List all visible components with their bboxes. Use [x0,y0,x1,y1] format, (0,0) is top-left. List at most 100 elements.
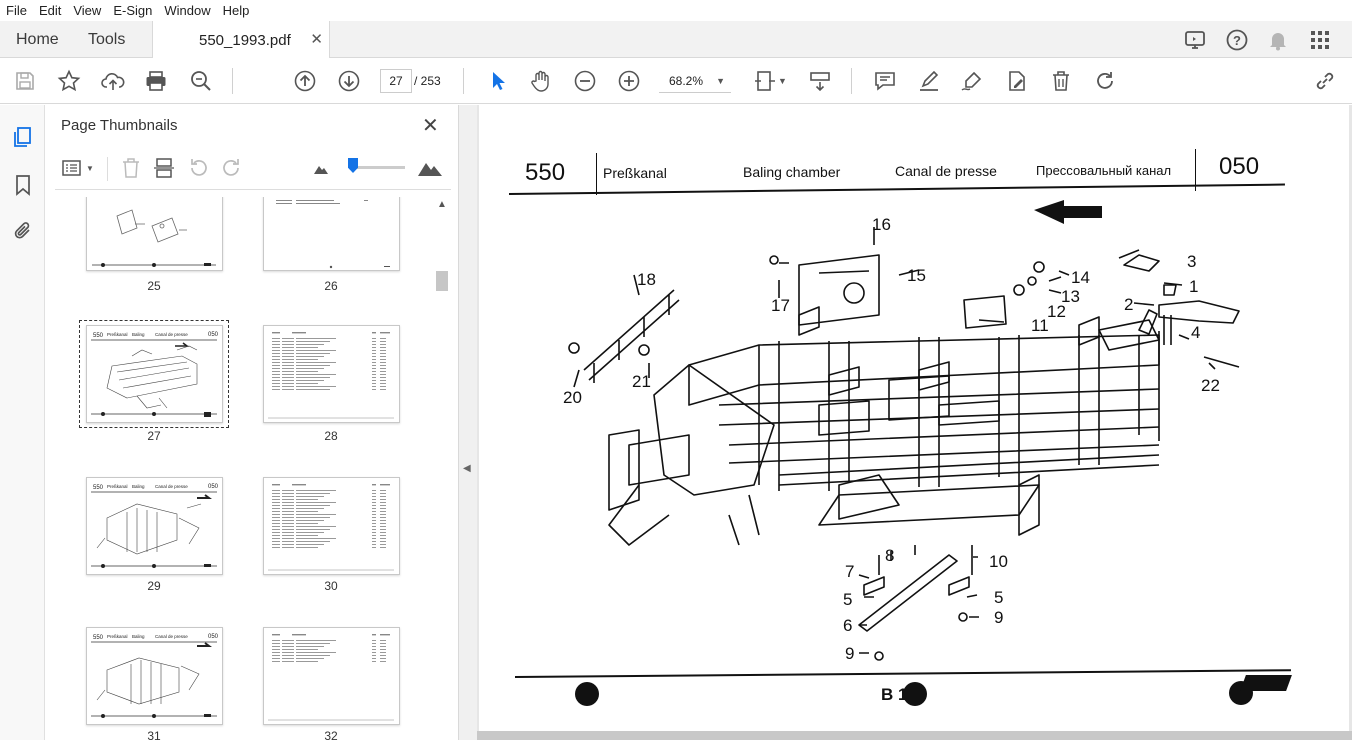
rotate-right-icon[interactable] [221,157,243,179]
thumbnail-text-line [272,502,280,503]
thumbnail-page-31[interactable]: 550 Preßkanal Baling Canal de presse 050 [86,627,223,725]
help-icon[interactable]: ? [1225,28,1249,52]
sign-icon[interactable] [959,68,985,94]
apps-grid-icon[interactable] [1308,28,1332,52]
small-mountain-icon[interactable] [313,161,329,175]
page-thumbnails-icon[interactable] [11,125,35,149]
thumbnail-page-30[interactable] [263,477,400,575]
scrollbar-thumb[interactable] [436,271,448,291]
bell-icon[interactable] [1266,28,1290,52]
thumbnail-text-line [372,529,376,530]
zoom-search-icon[interactable] [188,68,214,94]
svg-text:550: 550 [93,333,104,339]
extract-pages-icon[interactable] [153,157,175,179]
thumbnail-text-line [282,496,294,497]
thumbnail-page-27[interactable]: 550 Preßkanal Baling Canal de presse 050 [86,325,223,423]
menu-window[interactable]: Window [158,3,216,18]
thumbnail-text-line [272,350,280,351]
zoom-in-icon[interactable] [616,68,642,94]
tab-document[interactable]: 550_1993.pdf ✕ [152,21,330,59]
thumbnail-text-line [282,544,294,545]
page-number-input[interactable]: 27 [380,69,412,93]
zoom-select[interactable]: 68.2% ▼ [659,69,731,93]
menu-help[interactable]: Help [217,3,256,18]
panel-splitter[interactable]: ◀ [459,105,477,740]
print-icon[interactable] [143,68,169,94]
fit-page-icon[interactable] [752,68,778,94]
thumbnail-text-line [296,520,324,521]
zoom-out-icon[interactable] [572,68,598,94]
thumbnail-text-line [372,658,376,659]
svg-text:050: 050 [208,634,219,640]
thumbnail-text-line [282,380,294,381]
thumbnail-text-line [380,511,386,512]
close-panel-icon[interactable]: ✕ [422,113,439,138]
thumbnail-text-line [296,347,318,348]
share-screen-icon[interactable] [1183,28,1207,52]
thumbnail-text-line [282,386,294,387]
thumbnail-page-32[interactable] [263,627,400,725]
page-down-icon[interactable] [336,68,362,94]
thumbnail-options-icon[interactable] [61,157,83,179]
attachment-icon[interactable] [11,219,35,243]
thumbnail-text-line [380,649,386,650]
thumbnail-text-line [372,374,376,375]
thumbnail-text-line [372,502,376,503]
fit-dropdown-icon[interactable]: ▼ [778,76,787,86]
thumbnail-text-line [372,386,376,387]
thumbnail-page-28[interactable] [263,325,400,423]
thumbnail-text-line [372,356,376,357]
scroll-up-icon[interactable]: ▲ [437,199,447,210]
thumbnail-text-line [372,371,376,372]
large-mountain-icon[interactable] [417,157,443,177]
menu-edit[interactable]: Edit [33,3,67,18]
thumbnail-text-line [380,529,386,530]
thumbnail-text-line [282,514,294,515]
slider-handle[interactable] [348,158,358,173]
thumbnail-text-line [372,377,376,378]
thumbnail-label: 29 [147,579,161,593]
thumbnail-text-line [282,359,294,360]
rotate-left-icon[interactable] [187,157,209,179]
comment-icon[interactable] [872,68,898,94]
page-up-icon[interactable] [292,68,318,94]
cursor-icon[interactable] [485,68,511,94]
options-chevron-icon[interactable]: ▼ [86,164,94,173]
tab-tools[interactable]: Tools [88,21,125,58]
thumbnail-text-line [380,356,386,357]
edit-icon[interactable] [1004,68,1030,94]
scroll-mode-icon[interactable] [807,68,833,94]
save-icon[interactable] [12,68,38,94]
star-icon[interactable] [56,68,82,94]
thumbnail-scrollbar[interactable]: ▲ [435,197,449,740]
hand-icon[interactable] [528,68,554,94]
thumbnail-text-line [380,643,386,644]
direction-arrow [1034,200,1102,224]
collapse-panel-icon[interactable]: ◀ [463,463,471,474]
menu-file[interactable]: File [0,3,33,18]
close-tab-icon[interactable]: ✕ [310,30,323,48]
thumbnail-text-line [272,356,280,357]
thumbnail-page-26[interactable] [263,197,400,271]
tab-home[interactable]: Home [16,21,59,58]
redo-icon[interactable] [1092,68,1118,94]
menu-view[interactable]: View [67,3,107,18]
thumbnail-text-line [372,517,376,518]
thumbnail-text-line [272,338,280,339]
menu-esign[interactable]: E-Sign [107,3,158,18]
thumbnail-text-line [296,646,324,647]
thumbnail-page-29[interactable]: 550 Preßkanal Baling Canal de presse 050 [86,477,223,575]
thumbnail-text-line [272,643,280,644]
upload-icon[interactable] [100,68,126,94]
bookmark-icon[interactable] [11,173,35,197]
thumbnail-text-line [380,538,386,539]
thumbnail-text-line [380,502,386,503]
highlight-icon[interactable] [916,68,942,94]
thumbnail-text-line [296,532,324,533]
delete-icon[interactable] [1048,68,1074,94]
thumbnail-text-line [296,353,330,354]
thumbnail-page-25[interactable] [86,197,223,271]
thumbnail-text-line [272,538,280,539]
share-link-icon[interactable] [1312,68,1338,94]
delete-pages-icon[interactable] [120,157,142,179]
